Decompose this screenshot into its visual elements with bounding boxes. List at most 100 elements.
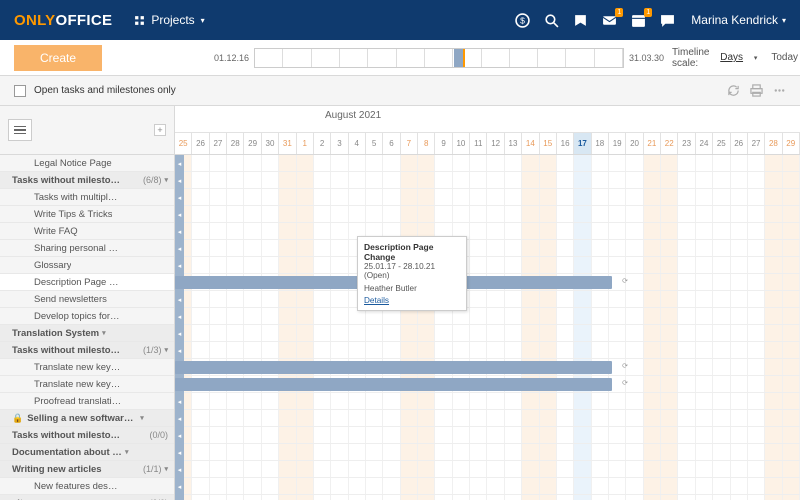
gantt-row[interactable]: ◂⟳ [175,274,800,291]
day-cell[interactable]: 18 [592,132,609,154]
gantt-row[interactable]: ◂ [175,461,800,478]
gantt-row[interactable]: ◂ [175,427,800,444]
day-cell[interactable]: 22 [661,132,678,154]
row-handle[interactable]: ◂ [175,223,184,240]
gantt-row[interactable]: ◂ [175,308,800,325]
task-row[interactable]: Sharing personal document... [0,240,174,257]
row-handle[interactable]: ◂ [175,155,184,172]
more-icon[interactable] [773,84,786,97]
day-cell[interactable]: 28 [227,132,244,154]
row-handle[interactable]: ◂ [175,291,184,308]
day-cell[interactable]: 24 [696,132,713,154]
day-cell[interactable]: 16 [557,132,574,154]
task-row[interactable]: Translate new keys in the Proj [0,359,174,376]
day-cell[interactable]: 7 [401,132,418,154]
gantt-row[interactable]: ◂ [175,291,800,308]
open-only-checkbox[interactable] [14,85,26,97]
row-handle[interactable]: ◂ [175,393,184,410]
gantt-row[interactable]: ◂ [175,240,800,257]
gantt-row[interactable]: ◂ [175,223,800,240]
task-group[interactable]: Tasks without milestones(0/0) [0,427,174,444]
gantt-row[interactable]: ◂ [175,342,800,359]
calendar-icon[interactable]: 1 [631,13,646,28]
row-handle[interactable]: ◂ [175,461,184,478]
day-cell[interactable]: 1 [297,132,314,154]
task-row[interactable]: Glossary [0,257,174,274]
scale-selector[interactable]: Timeline scale: Days ▾ [672,47,757,69]
mail-icon[interactable]: 1 [602,13,617,28]
row-handle[interactable]: ◂ [175,444,184,461]
day-cell[interactable]: 13 [505,132,522,154]
day-cell[interactable]: 30 [262,132,279,154]
day-cell[interactable]: 25 [175,132,192,154]
task-group[interactable]: Tasks without milestones(1/3)▾ [0,342,174,359]
row-handle[interactable]: ◂ [175,240,184,257]
task-row[interactable]: Write Tips & Tricks [0,206,174,223]
row-handle[interactable]: ◂ [175,172,184,189]
gantt-chart[interactable]: August 2021 2526272829303112345678910111… [175,106,800,500]
day-cell[interactable]: 19 [609,132,626,154]
row-handle[interactable]: ◂ [175,427,184,444]
search-icon[interactable] [544,13,559,28]
day-cell[interactable]: 5 [366,132,383,154]
row-handle[interactable]: ◂ [175,257,184,274]
gantt-row[interactable]: ◂⟳ [175,359,800,376]
day-cell[interactable]: 31 [279,132,296,154]
row-handle[interactable]: ◂ [175,495,184,500]
gantt-row[interactable]: ◂ [175,172,800,189]
row-handle[interactable]: ◂ [175,308,184,325]
day-cell[interactable]: 6 [383,132,400,154]
chat-icon[interactable] [660,13,675,28]
create-button[interactable]: Create [14,45,102,71]
task-row[interactable]: Description Page Change [0,274,174,291]
day-cell[interactable]: 29 [783,132,800,154]
day-cell[interactable]: 21 [644,132,661,154]
day-cell[interactable]: 20 [626,132,643,154]
day-cell[interactable]: 9 [435,132,452,154]
day-cell[interactable]: 27 [748,132,765,154]
gantt-row[interactable]: ◂ [175,410,800,427]
task-group[interactable]: Tasks without milestones(6/8)▾ [0,172,174,189]
row-handle[interactable]: ◂ [175,410,184,427]
row-handle[interactable]: ◂ [175,189,184,206]
gantt-row[interactable]: ◂ [175,155,800,172]
row-handle[interactable]: ◂ [175,325,184,342]
day-cell[interactable]: 15 [540,132,557,154]
day-cell[interactable]: 12 [487,132,504,154]
gantt-row[interactable]: ◂ [175,495,800,500]
day-cell[interactable]: 10 [453,132,470,154]
day-cell[interactable]: 25 [713,132,730,154]
task-row[interactable]: Send newsletters [0,291,174,308]
task-row[interactable]: New features description [0,478,174,495]
task-group[interactable]: Writing new articles(1/1)▾ [0,461,174,478]
project-row[interactable]: Documentation about editors▾ [0,444,174,461]
day-cell[interactable]: 2 [314,132,331,154]
sidebar-add-button[interactable]: + [154,124,166,136]
gantt-bar[interactable]: ⟳ [175,361,612,374]
gantt-row[interactable]: ◂ [175,257,800,274]
sidebar-menu-button[interactable] [8,119,32,141]
row-handle[interactable]: ◂ [175,478,184,495]
task-row[interactable]: Proofread translations [0,393,174,410]
gantt-row[interactable]: ◂ [175,444,800,461]
day-cell[interactable]: 8 [418,132,435,154]
task-row[interactable]: Develop topics for new guides [0,308,174,325]
module-switcher[interactable]: Projects ▾ [134,13,204,27]
gantt-row[interactable]: ◂⟳ [175,376,800,393]
gantt-row[interactable]: ◂ [175,189,800,206]
day-cell[interactable]: 26 [192,132,209,154]
row-handle[interactable]: ◂ [175,206,184,223]
day-cell[interactable]: 17 [574,132,591,154]
app-logo[interactable]: ONLYOFFICE [14,12,112,29]
day-cell[interactable]: 11 [470,132,487,154]
day-cell[interactable]: 27 [210,132,227,154]
row-handle[interactable]: ◂ [175,342,184,359]
gantt-bar[interactable]: ⟳ [175,378,612,391]
present-icon[interactable]: $ [515,13,530,28]
day-cell[interactable]: 23 [678,132,695,154]
gantt-row[interactable]: ◂ [175,325,800,342]
user-menu[interactable]: Marina Kendrick▾ [691,13,786,27]
feed-icon[interactable] [573,13,588,28]
project-row[interactable]: Translation System▾ [0,325,174,342]
task-row[interactable]: Legal Notice Page [0,155,174,172]
